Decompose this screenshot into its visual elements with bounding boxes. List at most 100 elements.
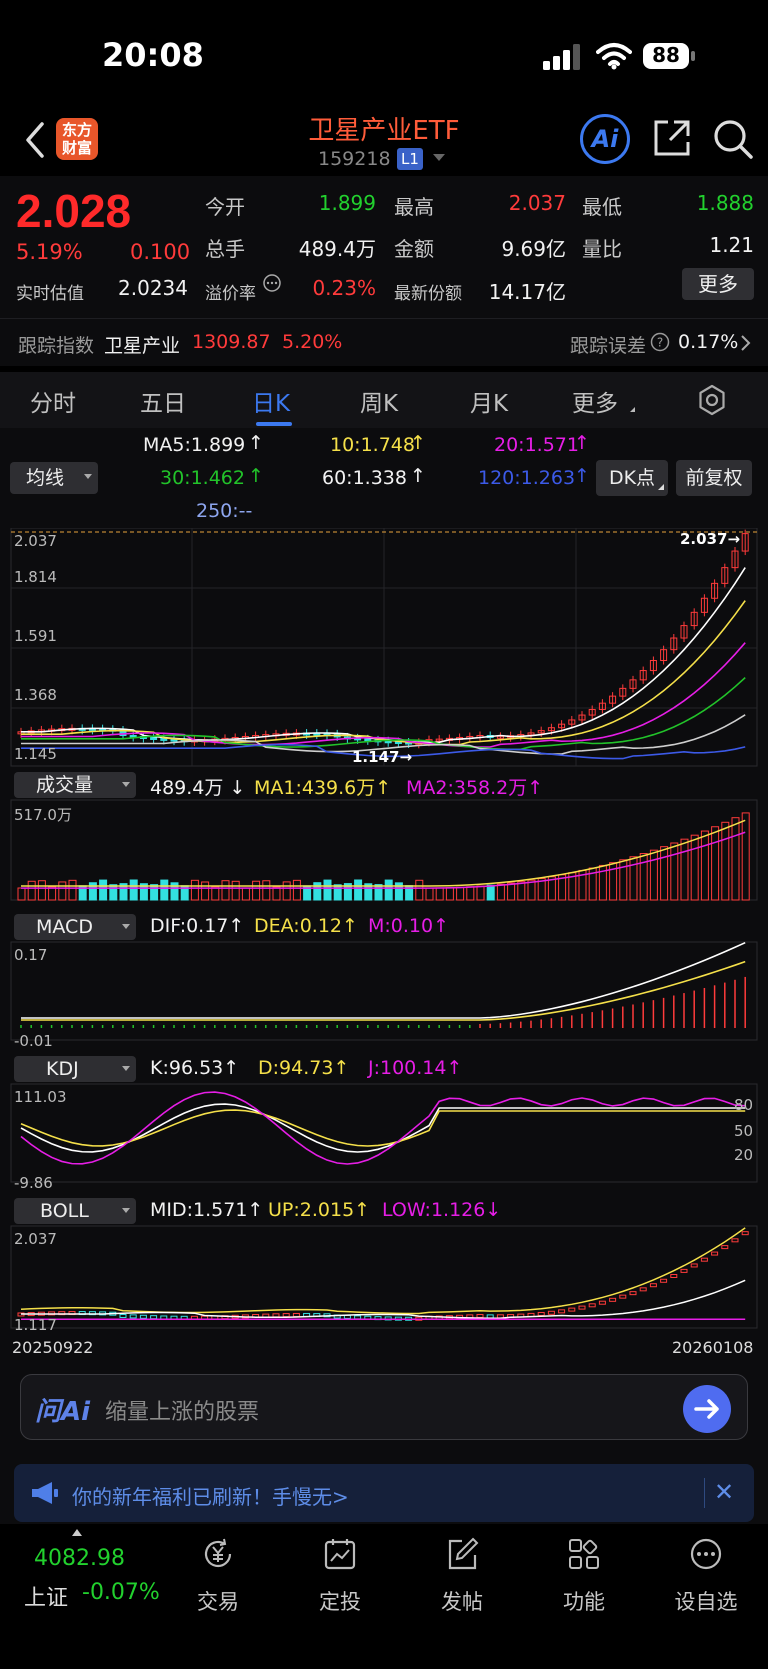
max-price-label: 2.037→	[680, 530, 741, 548]
ask-ai-bar[interactable]: 问Ai 缩量上涨的股票	[20, 1374, 748, 1440]
notice-divider	[704, 1478, 705, 1508]
bottom-nav: 4082.98 上证 -0.07% 交易 定投 发帖 功能 设自选	[0, 1524, 768, 1669]
ma250-label: 250:--	[196, 500, 253, 522]
expand-up-icon[interactable]	[72, 1529, 82, 1536]
kdj-bottom-label: -9.86	[14, 1174, 53, 1192]
tab-monthly-k[interactable]: 月K	[470, 384, 508, 418]
macd-top-label: 0.17	[14, 946, 48, 964]
ma20-label: 20:1.571	[494, 434, 579, 456]
macd-selector[interactable]: MACD	[14, 914, 136, 940]
signal-icon	[543, 44, 580, 70]
volume-ma2: MA2:358.2万↑	[406, 777, 544, 799]
adjust-button[interactable]: 前复权	[676, 460, 752, 496]
volume-bar-21	[231, 880, 240, 901]
boll-candle-11	[129, 1314, 137, 1319]
ask-ai-input[interactable]: 缩量上涨的股票	[105, 1394, 259, 1426]
y-axis-label-0: 2.037	[14, 532, 57, 550]
market-index-value[interactable]: 4082.98	[34, 1546, 125, 1571]
boll-candle-68	[711, 1251, 719, 1256]
market-index-name[interactable]: 上证	[24, 1580, 68, 1612]
boll-candle-55	[578, 1305, 586, 1310]
indicator-selector[interactable]: 均线	[10, 462, 98, 494]
more-button[interactable]: 更多	[682, 268, 754, 300]
gear-icon[interactable]	[696, 384, 728, 416]
volume-bar-46	[486, 884, 495, 901]
ma5-label: MA5:1.899	[143, 434, 246, 456]
change-percent: 5.19%	[16, 240, 83, 264]
tab-daily-k[interactable]: 日K	[252, 384, 290, 418]
tracking-index-pct: 5.20%	[282, 331, 343, 353]
dk-point-button[interactable]: DK点	[596, 460, 668, 496]
more-info-icon[interactable]	[263, 274, 281, 292]
tab-intraday[interactable]: 分时	[30, 384, 76, 418]
kdj-level-80: 80	[734, 1096, 754, 1114]
boll-candle-27	[292, 1312, 300, 1317]
help-icon[interactable]: ?	[650, 332, 670, 352]
chevron-down-icon	[122, 782, 130, 787]
boll-candle-54	[568, 1307, 576, 1312]
notice-text[interactable]: 你的新年福利已刷新！手慢无>	[72, 1481, 349, 1510]
ma30-label: 30:1.462	[160, 467, 245, 489]
volume-bar-71	[741, 812, 750, 901]
volume-bar-41	[435, 887, 444, 901]
end-date: 20260108	[672, 1338, 754, 1357]
yen-icon	[204, 1538, 232, 1568]
volume-bar-23	[252, 880, 261, 901]
volume-bar-11	[129, 879, 138, 901]
nav-post-label: 发帖	[441, 1590, 483, 1614]
search-icon[interactable]	[712, 118, 754, 160]
market-index-pct[interactable]: -0.07%	[82, 1580, 160, 1605]
boll-candle-66	[690, 1263, 698, 1268]
tracking-row: 跟踪指数 卫星产业 1309.87 5.20% 跟踪误差 ? 0.17%	[0, 318, 768, 366]
kdj-selector[interactable]: KDJ	[14, 1056, 136, 1082]
ratio-value: 1.21	[709, 233, 754, 257]
boll-candle-60	[629, 1291, 637, 1296]
kdj-level-20: 20	[734, 1146, 754, 1164]
kline-chart[interactable]	[0, 528, 768, 1360]
boll-candle-25	[272, 1313, 280, 1318]
boll-top-label: 2.037	[14, 1230, 57, 1248]
indicator-selector-label: 均线	[26, 467, 65, 489]
volume-bar-27	[292, 879, 301, 901]
level-badge[interactable]: L1	[397, 148, 423, 170]
volume-bar-33	[354, 879, 363, 901]
active-tab-indicator	[256, 422, 292, 426]
ai-button[interactable]: Ai	[580, 114, 630, 164]
up-arrow-icon: ↑	[410, 465, 426, 487]
more-dots-icon	[690, 1538, 722, 1570]
volume-bar-65	[680, 838, 689, 901]
volume-selector[interactable]: 成交量	[14, 772, 136, 798]
chevron-down-icon	[122, 924, 130, 929]
kdj-level-50: 50	[734, 1122, 754, 1140]
boll-candle-12	[139, 1314, 147, 1319]
ma60-label: 60:1.338	[322, 467, 407, 489]
volume-bar-36	[384, 879, 393, 901]
volume-bar-18	[201, 881, 210, 901]
tab-weekly-k[interactable]: 周K	[360, 384, 398, 418]
tab-more[interactable]: 更多	[572, 384, 618, 418]
boll-candle-26	[282, 1313, 290, 1318]
volume-ma1: MA1:439.6万↑	[254, 777, 392, 799]
chevron-right-icon[interactable]	[740, 334, 752, 352]
share-icon[interactable]	[652, 118, 692, 158]
chevron-down-icon[interactable]	[433, 154, 445, 161]
volume-bar-49	[517, 881, 526, 901]
volume-bar-63	[660, 846, 669, 901]
kdj-selector-label: KDJ	[46, 1058, 79, 1080]
close-icon[interactable]: ✕	[714, 1478, 734, 1506]
up-arrow-icon: ↑	[410, 432, 426, 454]
macd-m: M:0.10↑	[368, 915, 450, 937]
notice-banner[interactable]: 你的新年福利已刷新！手慢无> ✕	[14, 1464, 754, 1522]
arrow-right-icon	[694, 1399, 719, 1419]
submit-button[interactable]	[683, 1385, 731, 1433]
chevron-down-icon	[122, 1066, 130, 1071]
boll-candle-65	[680, 1268, 688, 1273]
volume-bar-1	[27, 880, 36, 901]
svg-text:?: ?	[657, 336, 663, 350]
amount-label: 金额	[394, 237, 434, 261]
tracking-index-name[interactable]: 卫星产业	[104, 331, 180, 358]
macd-dea: DEA:0.12↑	[254, 915, 358, 937]
boll-selector[interactable]: BOLL	[14, 1198, 136, 1224]
volume-value: 489.4万	[298, 237, 376, 261]
tab-five-day[interactable]: 五日	[140, 384, 186, 418]
